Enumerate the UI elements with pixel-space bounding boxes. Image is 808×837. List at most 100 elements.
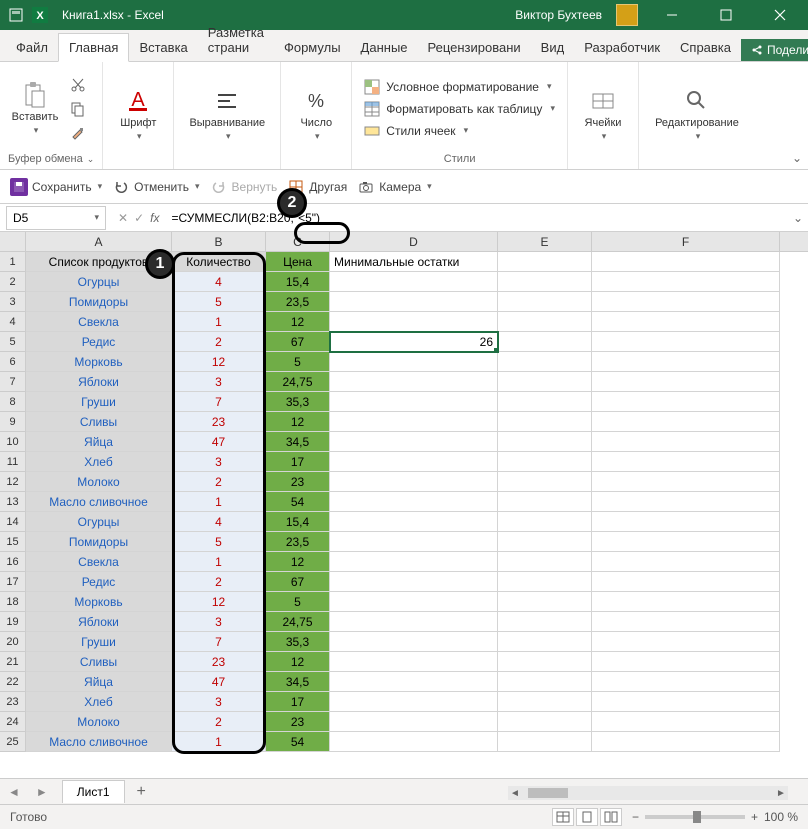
cell-B8[interactable]: 7	[172, 392, 266, 412]
editing-button[interactable]: Редактирование ▾	[647, 79, 747, 151]
camera-button[interactable]: Камера▾	[357, 178, 431, 196]
cell-E3[interactable]	[498, 292, 592, 312]
cell-F16[interactable]	[592, 552, 780, 572]
zoom-slider[interactable]	[645, 815, 745, 819]
cell-C18[interactable]: 5	[266, 592, 330, 612]
cell-D16[interactable]	[330, 552, 498, 572]
cell-D3[interactable]	[330, 292, 498, 312]
cell-C3[interactable]: 23,5	[266, 292, 330, 312]
cell-E9[interactable]	[498, 412, 592, 432]
cell-C20[interactable]: 35,3	[266, 632, 330, 652]
cell-B25[interactable]: 1	[172, 732, 266, 752]
cell-C17[interactable]: 67	[266, 572, 330, 592]
cell-A21[interactable]: Сливы	[26, 652, 172, 672]
cell-F6[interactable]	[592, 352, 780, 372]
cell-A18[interactable]: Морковь	[26, 592, 172, 612]
cell-F17[interactable]	[592, 572, 780, 592]
row-header[interactable]: 4	[0, 312, 26, 332]
chevron-down-icon[interactable]: ▾	[94, 212, 99, 223]
cell-A22[interactable]: Яйца	[26, 672, 172, 692]
row-header[interactable]: 13	[0, 492, 26, 512]
cell-E7[interactable]	[498, 372, 592, 392]
col-header-A[interactable]: A	[26, 232, 172, 251]
row-header[interactable]: 15	[0, 532, 26, 552]
cells-button[interactable]: Ячейки ▾	[576, 79, 630, 151]
cell-D22[interactable]	[330, 672, 498, 692]
cell-E12[interactable]	[498, 472, 592, 492]
row-header[interactable]: 22	[0, 672, 26, 692]
cell-E22[interactable]	[498, 672, 592, 692]
cell-C23[interactable]: 17	[266, 692, 330, 712]
cell-E23[interactable]	[498, 692, 592, 712]
paste-button[interactable]: Вставить ▾	[8, 73, 62, 145]
cell-D4[interactable]	[330, 312, 498, 332]
user-avatar[interactable]	[616, 4, 638, 26]
cell-F13[interactable]	[592, 492, 780, 512]
scroll-left-icon[interactable]: ◄	[508, 788, 522, 799]
cell-A20[interactable]: Груши	[26, 632, 172, 652]
cell-B14[interactable]: 4	[172, 512, 266, 532]
row-header[interactable]: 18	[0, 592, 26, 612]
horizontal-scrollbar[interactable]: ◄ ►	[508, 786, 788, 800]
cell-B5[interactable]: 2	[172, 332, 266, 352]
share-button[interactable]: Поделиться	[741, 39, 808, 61]
cell-D21[interactable]	[330, 652, 498, 672]
cell-F2[interactable]	[592, 272, 780, 292]
row-header[interactable]: 16	[0, 552, 26, 572]
cell-F19[interactable]	[592, 612, 780, 632]
tab-developer[interactable]: Разработчик	[574, 34, 670, 61]
cell-E6[interactable]	[498, 352, 592, 372]
cell-E25[interactable]	[498, 732, 592, 752]
cell-E8[interactable]	[498, 392, 592, 412]
cell-E13[interactable]	[498, 492, 592, 512]
col-header-C[interactable]: C	[266, 232, 330, 251]
cell-C21[interactable]: 12	[266, 652, 330, 672]
cell-F22[interactable]	[592, 672, 780, 692]
save-button[interactable]: Сохранить▾	[10, 178, 102, 196]
tab-file[interactable]: Файл	[6, 34, 58, 61]
cell-D10[interactable]	[330, 432, 498, 452]
name-box[interactable]: D5 ▾	[6, 206, 106, 230]
cell-F4[interactable]	[592, 312, 780, 332]
cell-E15[interactable]	[498, 532, 592, 552]
row-header[interactable]: 23	[0, 692, 26, 712]
cell-E1[interactable]	[498, 252, 592, 272]
tab-home[interactable]: Главная	[58, 33, 129, 62]
zoom-value[interactable]: 100 %	[764, 810, 798, 824]
cell-F5[interactable]	[592, 332, 780, 352]
cell-A6[interactable]: Морковь	[26, 352, 172, 372]
cell-D11[interactable]	[330, 452, 498, 472]
cell-D25[interactable]	[330, 732, 498, 752]
cell-B18[interactable]: 12	[172, 592, 266, 612]
cell-A8[interactable]: Груши	[26, 392, 172, 412]
select-all-corner[interactable]	[0, 232, 26, 251]
cell-B24[interactable]: 2	[172, 712, 266, 732]
row-header[interactable]: 7	[0, 372, 26, 392]
cell-B20[interactable]: 7	[172, 632, 266, 652]
cell-F7[interactable]	[592, 372, 780, 392]
accept-formula-icon[interactable]: ✓	[134, 211, 144, 225]
cell-D8[interactable]	[330, 392, 498, 412]
cell-D20[interactable]	[330, 632, 498, 652]
cell-F24[interactable]	[592, 712, 780, 732]
cell-A17[interactable]: Редис	[26, 572, 172, 592]
tab-view[interactable]: Вид	[531, 34, 575, 61]
view-normal-button[interactable]	[552, 808, 574, 826]
cell-styles-button[interactable]: Стили ячеек▾	[360, 122, 559, 140]
cell-F1[interactable]	[592, 252, 780, 272]
cell-F8[interactable]	[592, 392, 780, 412]
cell-A7[interactable]: Яблоки	[26, 372, 172, 392]
tab-data[interactable]: Данные	[351, 34, 418, 61]
tab-help[interactable]: Справка	[670, 34, 741, 61]
conditional-formatting-button[interactable]: Условное форматирование▾	[360, 78, 559, 96]
sheet-nav-next[interactable]: ►	[28, 785, 56, 799]
cell-C11[interactable]: 17	[266, 452, 330, 472]
cell-B9[interactable]: 23	[172, 412, 266, 432]
cell-C13[interactable]: 54	[266, 492, 330, 512]
cell-B4[interactable]: 1	[172, 312, 266, 332]
cell-C4[interactable]: 12	[266, 312, 330, 332]
font-button[interactable]: A Шрифт ▾	[111, 79, 165, 151]
row-header[interactable]: 20	[0, 632, 26, 652]
undo-button[interactable]: Отменить▾	[112, 178, 199, 196]
close-button[interactable]	[760, 0, 800, 30]
